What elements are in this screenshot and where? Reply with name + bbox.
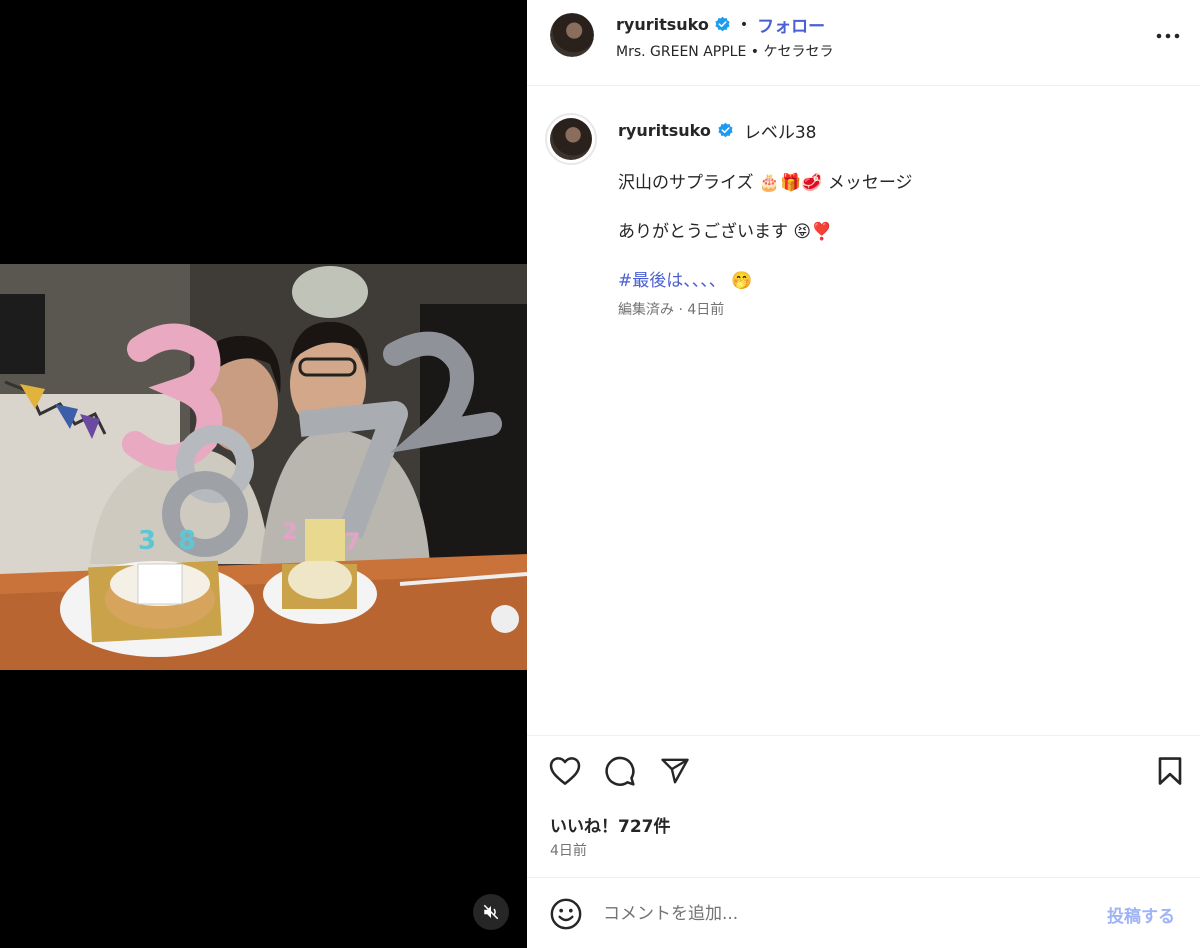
header-separator: • [739,16,749,33]
caption-line-1-suffix: メッセージ [827,173,913,193]
comment-bar: 投稿する [527,877,1200,948]
heart-icon [549,757,581,785]
svg-text:8: 8 [178,526,196,556]
share-button[interactable] [658,754,692,788]
save-button[interactable] [1153,754,1187,788]
comment-bubble-icon [605,756,635,786]
caption-line-1: 沢山のサプライズ 🎂🎁🥩 メッセージ [618,168,913,193]
speaker-muted-icon [483,904,499,920]
caption-avatar[interactable] [545,113,597,165]
emoji-smiley-icon [550,898,582,930]
post-sidebar: ryuritsuko • フォロー Mrs. GREEN APPLE • ケセラ… [527,0,1200,948]
caption-meta: 編集済み · 4日前 [618,302,725,318]
mute-toggle-button[interactable] [473,894,509,930]
caption-line-1-emojis: 🎂🎁🥩 [758,173,823,193]
caption-username[interactable]: ryuritsuko [618,121,711,140]
avatar[interactable] [550,13,594,57]
caption-line-1-text: 沢山のサプライズ [618,173,754,193]
svg-text:2: 2 [282,520,297,545]
like-button[interactable] [548,754,582,788]
photo-scene: 3 8 2 7 [0,264,527,670]
more-options-button[interactable] [1153,24,1183,48]
header-username[interactable]: ryuritsuko [616,15,709,34]
emoji-picker-button[interactable] [549,897,583,931]
verified-badge-icon [715,16,730,32]
header-user-row: ryuritsuko • フォロー [616,12,825,37]
post-date: 4日前 [550,843,587,859]
likes-count[interactable]: いいね！727件 [550,812,671,837]
caption-level-text: レベル38 [743,123,817,143]
follow-button[interactable]: フォロー [757,12,825,37]
post-photo: 3 8 2 7 [0,264,527,670]
audio-track-link[interactable]: Mrs. GREEN APPLE • ケセラセラ [616,41,834,61]
caption-user-row: ryuritsuko レベル38 [618,118,817,143]
caption-line-2-emojis: 😝❣️ [793,222,833,242]
more-horizontal-icon [1156,33,1180,39]
bookmark-icon [1158,757,1182,785]
post-actions: いいね！727件 4日前 [527,735,1200,877]
send-paper-plane-icon [661,758,689,784]
post-media[interactable]: 3 8 2 7 [0,0,527,948]
comment-button[interactable] [603,754,637,788]
verified-badge-icon [718,122,733,138]
hashtag-link[interactable]: #最後は、、、、 [618,271,726,291]
caption-line-2: ありがとうございます 😝❣️ [618,217,832,242]
caption-line-2-text: ありがとうございます [618,222,788,242]
post-header: ryuritsuko • フォロー Mrs. GREEN APPLE • ケセラ… [527,0,1200,86]
caption-line-3: #最後は、、、、 🤭 [618,266,752,291]
comment-input[interactable] [603,900,1083,928]
svg-text:7: 7 [345,530,360,555]
post-comment-button[interactable]: 投稿する [1107,902,1175,927]
svg-text:3: 3 [138,526,156,556]
caption-hashtag-emoji: 🤭 [731,271,753,291]
